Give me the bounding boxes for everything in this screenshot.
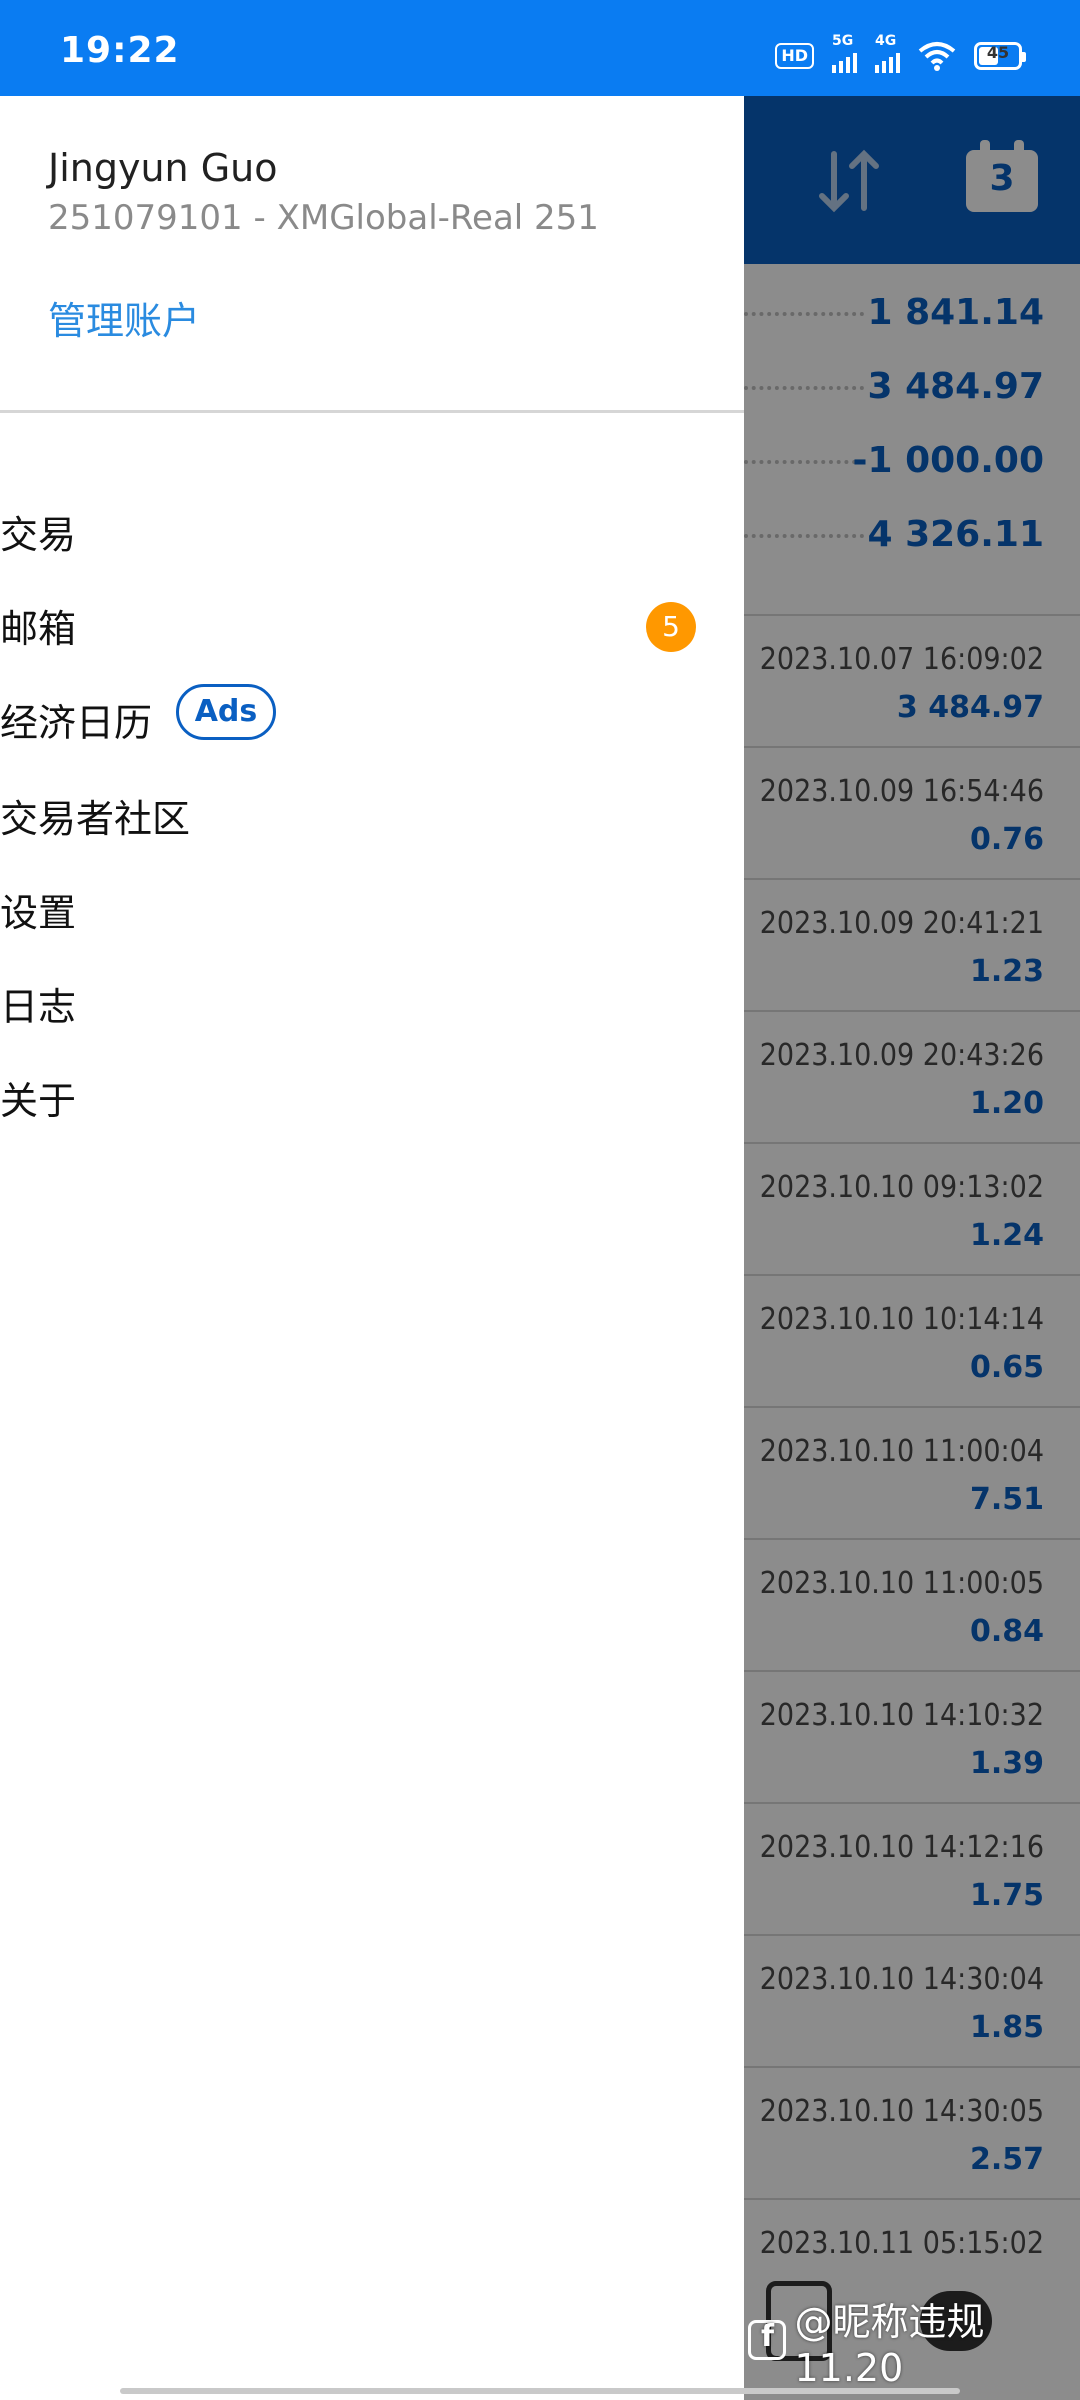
drawer-divider <box>0 410 744 413</box>
watermark-logo-icon <box>748 2319 787 2360</box>
battery-icon: 45 <box>974 42 1026 70</box>
wifi-icon <box>918 42 956 71</box>
hd-icon: HD <box>775 43 814 69</box>
gesture-bar[interactable] <box>120 2388 960 2394</box>
menu-item-about[interactable]: 关于 <box>0 1042 744 1152</box>
scrim-overlay[interactable] <box>744 96 1080 2400</box>
status-icons: HD 5G 4G 45 <box>775 33 1026 74</box>
account-name: Jingyun Guo <box>48 146 278 190</box>
manage-accounts-link[interactable]: 管理账户 <box>48 290 200 345</box>
status-bar: 19:22 HD 5G 4G 45 <box>0 0 1080 96</box>
mail-count-badge: 5 <box>646 602 696 652</box>
navigation-drawer: Jingyun Guo 251079101 - XMGlobal-Real 25… <box>0 96 744 2400</box>
watermark: @昵称违规11.20 <box>748 2300 1080 2390</box>
watermark-text: @昵称违规11.20 <box>794 2299 985 2390</box>
status-time: 19:22 <box>60 30 180 71</box>
signal-4g-icon: 4G <box>875 33 900 73</box>
battery-level: 45 <box>986 43 1010 62</box>
signal-5g-icon: 5G <box>832 33 857 73</box>
account-id: 251079101 - XMGlobal-Real 251 <box>48 198 599 238</box>
menu-item-economic-calendar[interactable]: 经济日历 Ads <box>0 664 744 774</box>
ads-tag: Ads <box>176 684 276 740</box>
